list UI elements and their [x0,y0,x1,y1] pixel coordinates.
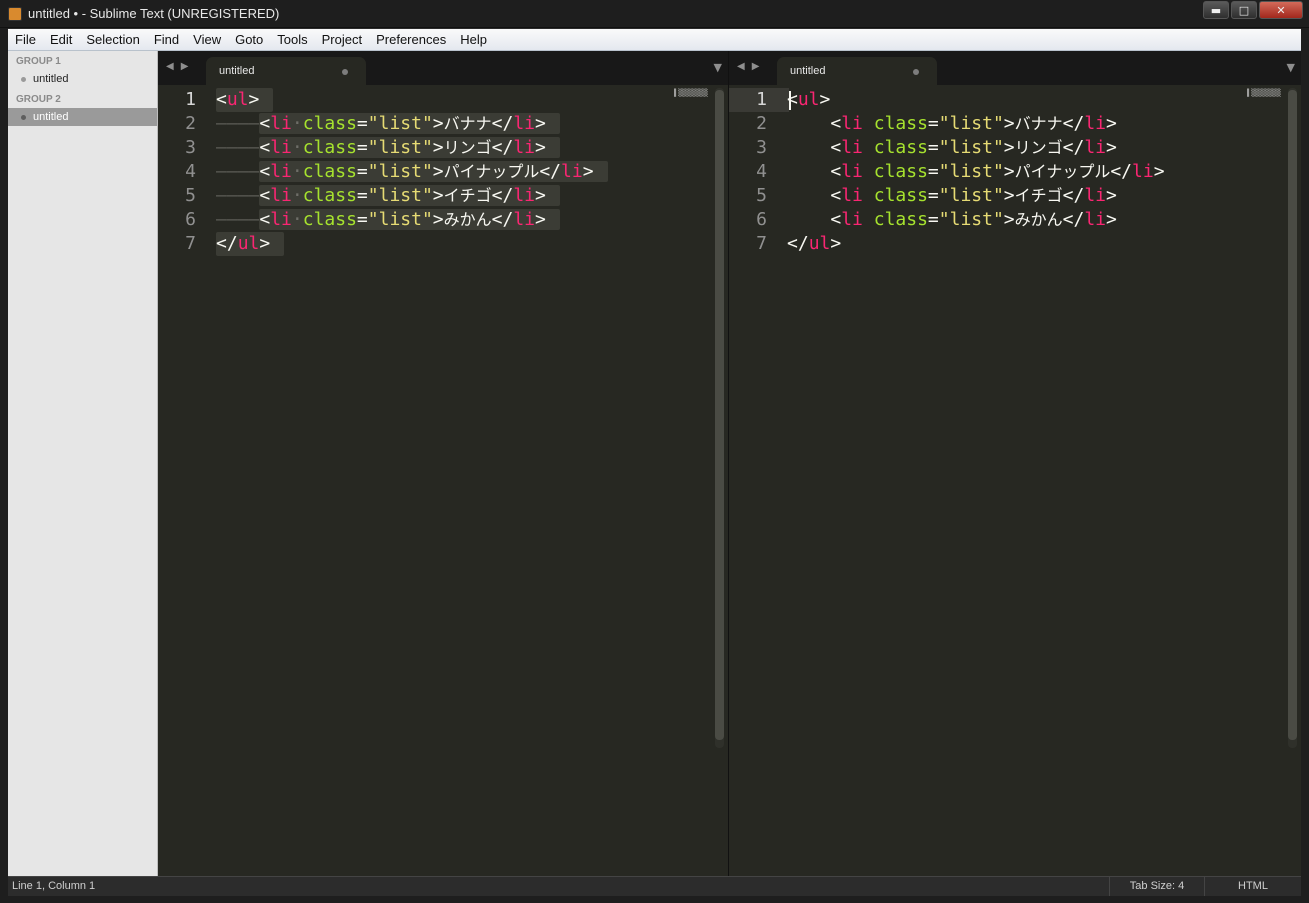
minimap[interactable]: ▌▒▒▒▒▒▒▒ [674,88,708,98]
code-line: <li class="list">リンゴ</li> [830,137,1117,158]
code-line: </ul> [787,233,842,254]
status-bar: Line 1, Column 1 Tab Size: 4 HTML [8,876,1301,896]
tab-untitled[interactable]: untitled [777,57,937,85]
editor-pane-left[interactable]: ◀▶ untitled ▼ 1 2 3 4 5 6 7 <ul> ――――<li… [158,51,728,876]
code-line: <ul> [787,89,831,110]
tab-label: untitled [219,65,255,77]
line-number: 2 [756,113,767,134]
line-number: 5 [756,185,767,206]
code-line: ――――<li·class="list">バナナ</li> [216,112,560,136]
editor-pane-right[interactable]: ◀▶ untitled ▼ 1 2 3 4 5 6 7 <ul> <li cla… [729,51,1301,876]
tab-dropdown-icon[interactable]: ▼ [1287,61,1295,74]
scrollbar-thumb[interactable] [715,90,724,740]
tab-size-selector[interactable]: Tab Size: 4 [1109,877,1204,896]
title-bar: untitled • - Sublime Text (UNREGISTERED)… [0,0,1309,28]
line-number: 4 [756,161,767,182]
code-line: ――――<li·class="list">みかん</li> [216,208,560,232]
unsaved-dot-icon [21,77,26,82]
code-line: <ul> [216,88,274,112]
sidebar-file-label: untitled [33,73,69,85]
menu-goto[interactable]: Goto [228,32,270,47]
modified-dot-icon[interactable] [913,69,919,75]
sidebar-file-group2-untitled[interactable]: untitled [8,108,157,126]
window-frame-right [1301,28,1309,903]
line-number: 4 [185,161,196,182]
code-line: ――――<li·class="list">リンゴ</li> [216,136,560,160]
unsaved-dot-icon [21,115,26,120]
menu-edit[interactable]: Edit [43,32,79,47]
tab-strip: ◀▶ untitled ▼ [729,51,1301,85]
tab-scroll-arrows-icon[interactable]: ◀▶ [737,61,766,72]
code-line: <li class="list">パイナップル</li> [830,161,1165,182]
editor-left[interactable]: 1 2 3 4 5 6 7 <ul> ――――<li·class="list">… [158,85,728,876]
line-number: 3 [185,137,196,158]
tab-strip: ◀▶ untitled ▼ [158,51,728,85]
line-number: 6 [185,209,196,230]
text-cursor [789,91,791,110]
line-number: 6 [756,209,767,230]
menu-help[interactable]: Help [453,32,494,47]
window-frame-bottom [0,896,1309,903]
menu-preferences[interactable]: Preferences [369,32,453,47]
sidebar: GROUP 1 untitled GROUP 2 untitled [8,51,158,876]
line-number: 2 [185,113,196,134]
line-number: 7 [756,233,767,254]
menu-find[interactable]: Find [147,32,186,47]
sidebar-file-group1-untitled[interactable]: untitled [8,70,157,88]
code-line: ――――<li·class="list">パイナップル</li> [216,160,608,184]
tab-scroll-arrows-icon[interactable]: ◀▶ [166,61,195,72]
line-number: 1 [756,89,767,110]
modified-dot-icon[interactable] [342,69,348,75]
gutter: 1 2 3 4 5 6 7 [158,85,210,876]
menu-selection[interactable]: Selection [79,32,146,47]
minimap[interactable]: ▌▒▒▒▒▒▒▒ [1247,88,1281,98]
scrollbar-thumb[interactable] [1288,90,1297,740]
close-button[interactable]: ✕ [1259,1,1303,19]
gutter: 1 2 3 4 5 6 7 [729,85,781,876]
code-line: </ul> [216,232,285,256]
line-number: 3 [756,137,767,158]
code-line: <li class="list">バナナ</li> [830,113,1117,134]
cursor-position: Line 1, Column 1 [12,880,96,892]
line-number: 1 [185,89,196,110]
maximize-button[interactable]: □ [1231,1,1257,19]
syntax-selector[interactable]: HTML [1204,877,1301,896]
menu-bar: File Edit Selection Find View Goto Tools… [8,29,1301,51]
sublime-app-icon [8,7,22,21]
menu-file[interactable]: File [8,32,43,47]
window-frame-left [0,28,8,903]
code-line: <li class="list">みかん</li> [830,209,1117,230]
sidebar-file-label: untitled [33,111,69,123]
sidebar-group-1-label: GROUP 1 [16,56,61,67]
tab-untitled[interactable]: untitled [206,57,366,85]
minimize-button[interactable]: ▬ [1203,1,1229,19]
tab-label: untitled [790,65,826,77]
tab-dropdown-icon[interactable]: ▼ [714,61,722,74]
editor-right[interactable]: 1 2 3 4 5 6 7 <ul> <li class="list">バナナ<… [729,85,1301,876]
code-line: <li class="list">イチゴ</li> [830,185,1117,206]
menu-view[interactable]: View [186,32,228,47]
line-number: 7 [185,233,196,254]
menu-tools[interactable]: Tools [270,32,314,47]
menu-project[interactable]: Project [315,32,369,47]
code-line: ――――<li·class="list">イチゴ</li> [216,184,560,208]
window-title: untitled • - Sublime Text (UNREGISTERED) [28,6,280,21]
sidebar-group-2-label: GROUP 2 [16,94,61,105]
line-number: 5 [185,185,196,206]
